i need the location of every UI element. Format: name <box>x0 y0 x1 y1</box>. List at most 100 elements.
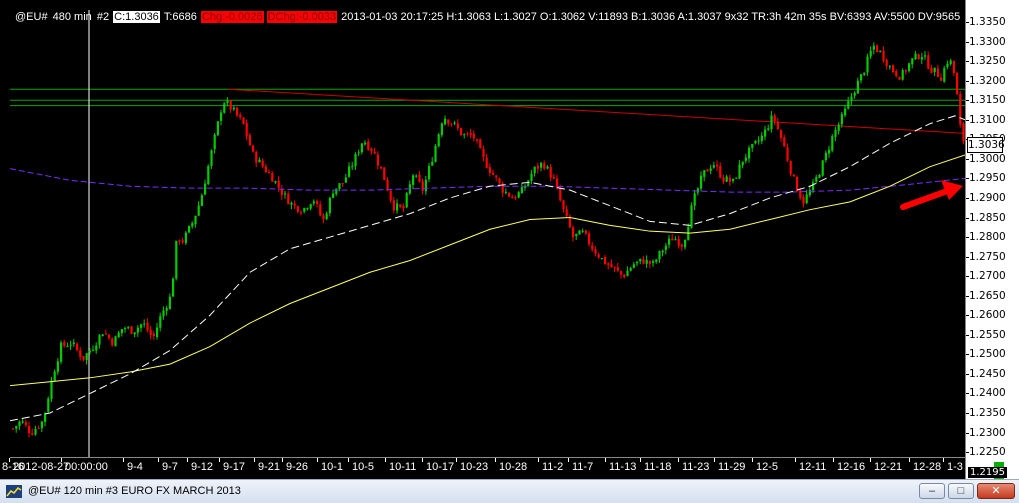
candle-body <box>466 133 469 135</box>
candle-body <box>719 165 722 178</box>
candle-body <box>498 178 501 184</box>
candle-body <box>920 57 923 60</box>
candle-body <box>248 135 251 146</box>
candle-body <box>463 134 466 136</box>
candle-body <box>450 123 453 125</box>
candle-body <box>37 427 40 429</box>
candle-body <box>60 342 63 362</box>
price-tick: 1.3150 <box>966 94 1006 107</box>
arrow-shaft <box>900 187 953 210</box>
candle-body <box>780 130 783 138</box>
minimize-button[interactable]: – <box>919 483 945 499</box>
candle-body <box>773 115 776 122</box>
candle-body <box>159 316 162 328</box>
candle-body <box>24 422 27 425</box>
time-axis[interactable]: 8-16 2012-08-27 00:00:00 9-4 9-7 9-12 9-17 9-21… <box>2 457 965 479</box>
price-chart[interactable] <box>10 10 965 457</box>
candle-body <box>376 154 379 166</box>
candle-body <box>200 195 203 207</box>
time-label: 10-5 <box>347 458 375 473</box>
candle-body <box>143 323 146 325</box>
candle-body <box>933 67 936 73</box>
candle-body <box>600 258 603 260</box>
candle-body <box>82 355 85 360</box>
price-axis[interactable]: 1.3350 1.3300 1.3250 1.3200 1.3150 1.3100 1.30… <box>965 0 1019 479</box>
candle-body <box>232 107 235 110</box>
candle-body <box>591 245 594 250</box>
candle-body <box>815 176 818 182</box>
candle-body <box>239 114 242 118</box>
candle-body <box>642 259 645 264</box>
candle-body <box>204 183 207 195</box>
candle-body <box>114 336 117 347</box>
candle-body <box>636 261 639 264</box>
candle-body <box>632 264 635 268</box>
candle-body <box>418 174 421 182</box>
candle-body <box>12 428 15 430</box>
candle-body <box>696 188 699 193</box>
candle-body <box>367 141 370 150</box>
candle-body <box>834 130 837 137</box>
price-tick: 1.2950 <box>966 172 1006 185</box>
candle-body <box>812 182 815 191</box>
time-label: 12-28 <box>908 458 942 473</box>
candle-body <box>508 192 511 197</box>
candle-body <box>290 202 293 205</box>
price-tick: 1.2700 <box>966 270 1006 283</box>
candle-body <box>844 108 847 116</box>
candle-body <box>88 350 91 353</box>
candle-body <box>101 334 104 337</box>
candle-body <box>728 177 731 182</box>
price-tick: 1.3350 <box>966 16 1006 28</box>
candle-body <box>648 260 651 264</box>
candle-body <box>40 421 43 429</box>
time-label: 11-29 <box>713 458 746 473</box>
maximize-button[interactable]: □ <box>948 483 974 499</box>
candle-body <box>511 197 514 199</box>
candle-body <box>796 176 799 192</box>
candle-body <box>69 344 72 346</box>
candle-body <box>536 165 539 169</box>
candle-body <box>76 343 79 350</box>
candle-body <box>741 161 744 166</box>
candle-body <box>351 166 354 168</box>
candle-body <box>735 177 738 179</box>
candle-body <box>108 334 111 338</box>
candle-body <box>63 341 66 346</box>
candle-body <box>824 152 827 161</box>
candle-body <box>786 147 789 161</box>
candle-body <box>674 239 677 241</box>
candle-body <box>15 426 18 429</box>
candle-body <box>344 177 347 183</box>
candle-body <box>562 200 565 210</box>
close-button[interactable]: ✕ <box>977 483 1015 499</box>
chart-window[interactable]: @EU# 480 min #2 C:1.3036 T:6686 Chg:-0.0… <box>0 0 1019 479</box>
chart-status-bar: @EU# 120 min #3 EURO FX MARCH 2013 – □ ✕ <box>0 479 1019 503</box>
candle-body <box>540 162 543 168</box>
candle-body <box>853 92 856 96</box>
candle-body <box>604 256 607 265</box>
candle-body <box>268 171 271 173</box>
candle-body <box>645 259 648 264</box>
plot-area[interactable] <box>10 10 965 457</box>
candle-body <box>357 152 360 154</box>
candle-body <box>392 200 395 211</box>
interval-label: 480 min <box>52 11 92 23</box>
candle-body <box>383 167 386 181</box>
price-tick: 1.3000 <box>966 152 1006 165</box>
candle-body <box>661 250 664 253</box>
candle-body <box>725 176 728 182</box>
candle-body <box>453 122 456 124</box>
candle-body <box>472 133 475 139</box>
candle-body <box>146 322 149 331</box>
time-label: 00:00:00 <box>61 458 108 473</box>
candle-body <box>312 201 315 204</box>
candle-body <box>296 206 299 212</box>
price-tick: 1.2850 <box>966 211 1006 224</box>
time-label: 2012-08-27 <box>8 458 70 473</box>
candle-body <box>303 208 306 212</box>
candle-body <box>792 174 795 177</box>
candle-body <box>908 63 911 72</box>
candle-body <box>847 101 850 109</box>
candle-body <box>764 129 767 137</box>
